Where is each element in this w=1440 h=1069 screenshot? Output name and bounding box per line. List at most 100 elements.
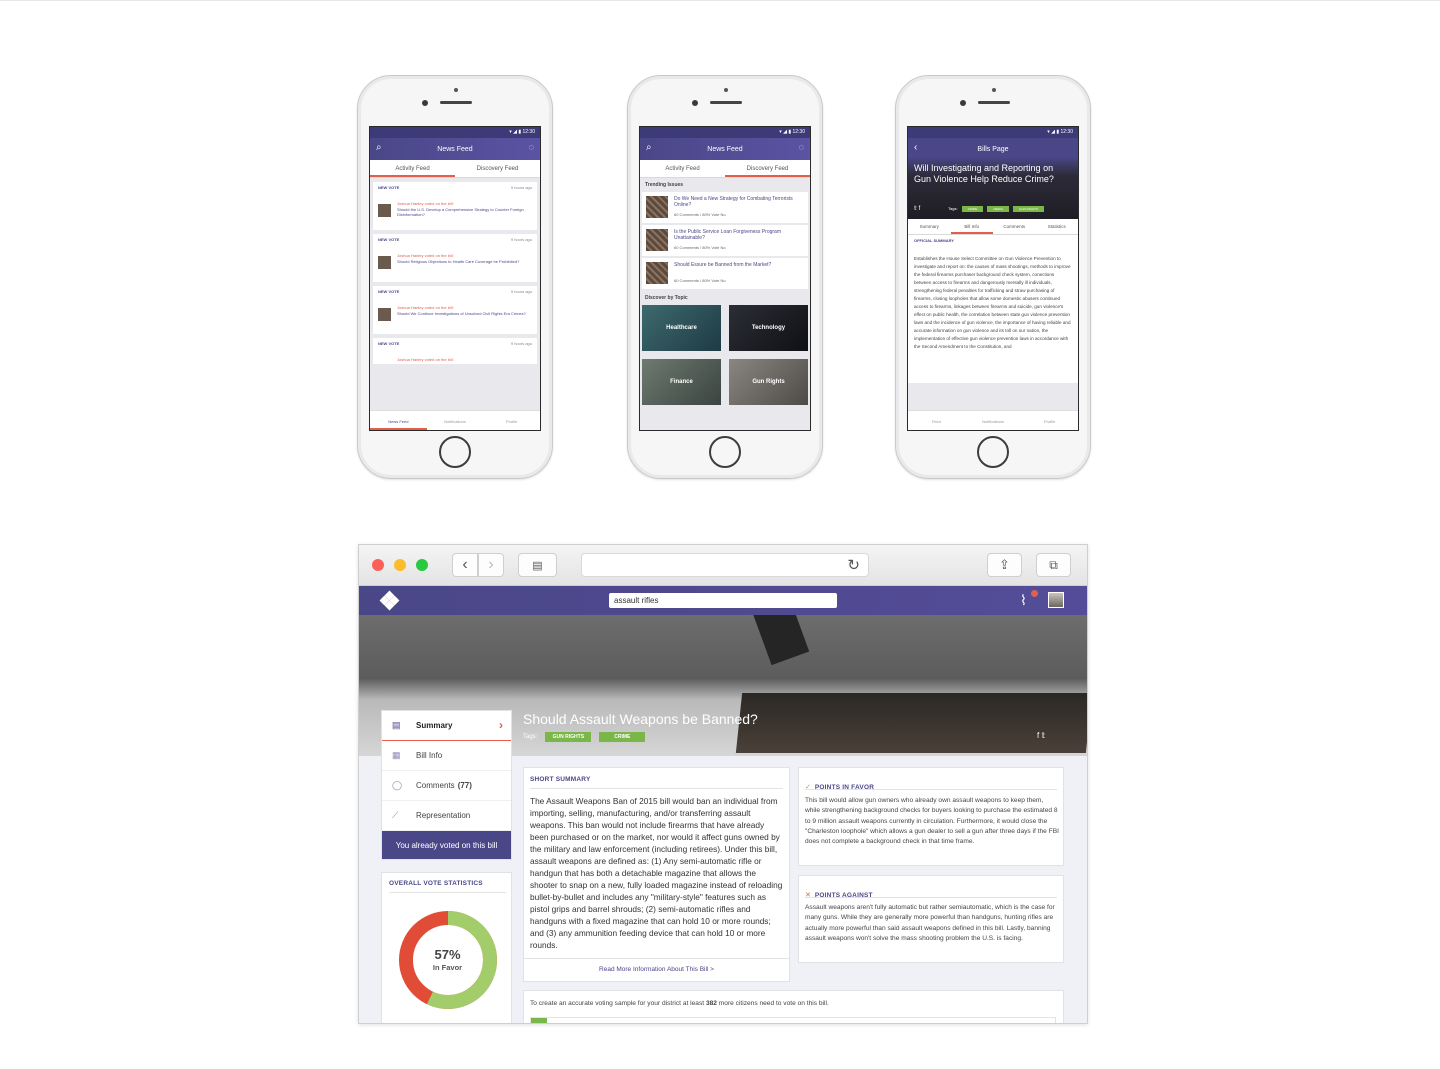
share-icons[interactable]: 𝕥 f [914, 205, 920, 212]
issue-meta: 60 Comments / 80% Vote No [674, 245, 726, 250]
issue-title[interactable]: Is the Public Service Loan Forgiveness P… [674, 229, 794, 241]
tab-summary[interactable]: Summary [908, 219, 951, 234]
sidebar-item-comments[interactable]: ◯ Comments (77) [382, 771, 511, 801]
avatar[interactable] [1048, 592, 1064, 608]
item-label: NEW VOTE [378, 289, 400, 294]
compose-icon[interactable]: ◌ [799, 142, 804, 152]
list-item[interactable]: Is the Public Service Loan Forgiveness P… [642, 225, 808, 256]
item-user[interactable]: Joshua Hanley voted on the bill: [397, 357, 454, 362]
reload-icon[interactable]: ↻ [847, 556, 860, 574]
topic-finance[interactable]: Finance [642, 359, 721, 405]
issue-thumbnail [646, 262, 668, 284]
back-icon[interactable]: ‹ [914, 142, 917, 153]
phone-sensor [992, 88, 996, 92]
sidebar-item-bill-info[interactable]: ▦ Bill Info [382, 741, 511, 771]
maximize-window-button[interactable] [416, 559, 428, 571]
item-user[interactable]: Joshua Hanley voted on the bill: [397, 305, 454, 310]
avatar [378, 204, 391, 217]
tab-activity-feed[interactable]: Activity Feed [640, 160, 725, 177]
topic-gun-rights[interactable]: Gun Rights [729, 359, 808, 405]
address-bar[interactable]: ↻ [581, 553, 869, 577]
item-bill[interactable]: Should Religious Objections to Health Ca… [397, 259, 527, 264]
tab-news-feed[interactable]: News Feed [370, 411, 427, 430]
item-time: 9 hours ago [510, 237, 532, 242]
tags-label: Tags: [948, 206, 958, 211]
list-item[interactable]: NEW VOTE 9 hours ago Joshua Hanley voted… [373, 338, 537, 364]
phone-camera [692, 100, 698, 106]
site-header: ⌇ [359, 586, 1087, 615]
tab-activity-feed[interactable]: Activity Feed [370, 160, 455, 177]
search-icon[interactable]: ⌕ [376, 142, 382, 153]
activity-pulse-icon[interactable]: ⌇ [1020, 592, 1027, 609]
item-time: 9 hours ago [510, 341, 532, 346]
summary-title: SHORT SUMMARY [530, 776, 591, 783]
issue-meta: 60 Comments / 80% Vote No [674, 278, 726, 283]
list-item[interactable]: NEW VOTE 9 hours ago Joshua Hanley voted… [373, 286, 537, 334]
feed-tabs: Activity Feed Discovery Feed [640, 160, 810, 178]
topic-healthcare[interactable]: Healthcare [642, 305, 721, 351]
issue-title[interactable]: Should Essure be Banned from the Market? [674, 262, 794, 268]
tab-bill-info[interactable]: Bill Info [950, 219, 993, 234]
phone-speaker [710, 101, 742, 104]
search-icon[interactable]: ⌕ [646, 142, 652, 153]
tag-media[interactable]: MEDIA [987, 206, 1009, 212]
sidebar-item-summary[interactable]: ▤ Summary › [382, 711, 511, 741]
list-item[interactable]: Should Essure be Banned from the Market?… [642, 258, 808, 289]
sample-text-pre: To create an accurate voting sample for … [530, 1000, 705, 1007]
browser-toolbar: ‹ › ▤ ↻ ⇪ ⧉ [359, 545, 1087, 586]
social-share-icons[interactable]: f 𝕥 [1037, 731, 1045, 740]
tag-crime[interactable]: CRIME [599, 732, 646, 742]
tag-gun-rights[interactable]: GUN RIGHTS [1013, 206, 1044, 212]
tab-discovery-feed[interactable]: Discovery Feed [725, 160, 810, 177]
item-label: NEW VOTE [378, 237, 400, 242]
minimize-window-button[interactable] [394, 559, 406, 571]
site-logo[interactable] [379, 590, 400, 611]
close-window-button[interactable] [372, 559, 384, 571]
topic-grid: Healthcare Technology Finance Gun Rights [640, 305, 810, 405]
sidebar-item-representation[interactable]: ⟋ Representation [382, 801, 511, 831]
tab-profile[interactable]: Profile [483, 411, 540, 430]
tabs-overview-icon[interactable]: ⧉ [1036, 553, 1071, 577]
sidebar-toggle-icon[interactable]: ▤ [518, 553, 557, 577]
sample-count: 382 [705, 1000, 717, 1007]
divider [530, 788, 783, 789]
forward-button[interactable]: › [478, 553, 504, 577]
tab-discovery-feed[interactable]: Discovery Feed [455, 160, 540, 177]
tag-crime[interactable]: CRIME [961, 206, 984, 212]
search-input[interactable] [609, 593, 837, 608]
sidebar-item-label: Summary [416, 721, 453, 730]
item-label: NEW VOTE [378, 341, 400, 346]
list-item[interactable]: NEW VOTE 9 hours ago Joshua Hanley voted… [373, 182, 537, 230]
summary-text: The Assault Weapons Ban of 2015 bill wou… [530, 796, 783, 950]
app-header: ⌕ News Feed ◌ [370, 138, 540, 160]
tab-feed[interactable]: Feed [908, 411, 965, 430]
sidebar-item-label: Comments [416, 781, 455, 790]
phone-screen: ▾ ◢ ▮ 12:30 ⌕ News Feed ◌ Activity Feed … [639, 126, 811, 431]
tag-gun-rights[interactable]: GUN RIGHTS [545, 732, 592, 742]
bill-summary-text: Establishes the House Select Committee o… [908, 251, 1078, 383]
topic-technology[interactable]: Technology [729, 305, 808, 351]
phone-speaker [440, 101, 472, 104]
read-more-link[interactable]: Read More Information About This Bill > [524, 958, 789, 981]
hero-image-detail [752, 615, 810, 666]
tab-notifications[interactable]: Notifications [427, 411, 484, 430]
item-bill[interactable]: Should We Continue Investigations of Uns… [397, 311, 527, 316]
share-icon[interactable]: ⇪ [987, 553, 1022, 577]
item-user[interactable]: Joshua Hanley voted on the bill: [397, 201, 454, 206]
bill-tabs: Summary Bill Info Comments Statistics [908, 219, 1078, 235]
list-item[interactable]: Do We Need a New Strategy for Combating … [642, 192, 808, 223]
home-button [977, 436, 1009, 468]
item-bill[interactable]: Should the U.S. Develop a Comprehensive … [397, 207, 527, 217]
tab-statistics[interactable]: Statistics [1036, 219, 1079, 234]
back-button[interactable]: ‹ [452, 553, 478, 577]
voted-status-button[interactable]: You already voted on this bill [382, 831, 511, 859]
info-icon: ▦ [392, 750, 401, 760]
compose-icon[interactable]: ◌ [529, 142, 534, 152]
tab-profile[interactable]: Profile [1021, 411, 1078, 430]
issue-title[interactable]: Do We Need a New Strategy for Combating … [674, 196, 794, 208]
tab-comments[interactable]: Comments [993, 219, 1036, 234]
item-user[interactable]: Joshua Hanley voted on the bill: [397, 253, 454, 258]
list-item[interactable]: NEW VOTE 9 hours ago Joshua Hanley voted… [373, 234, 537, 282]
tab-notifications[interactable]: Notifications [965, 411, 1022, 430]
phone-camera [960, 100, 966, 106]
